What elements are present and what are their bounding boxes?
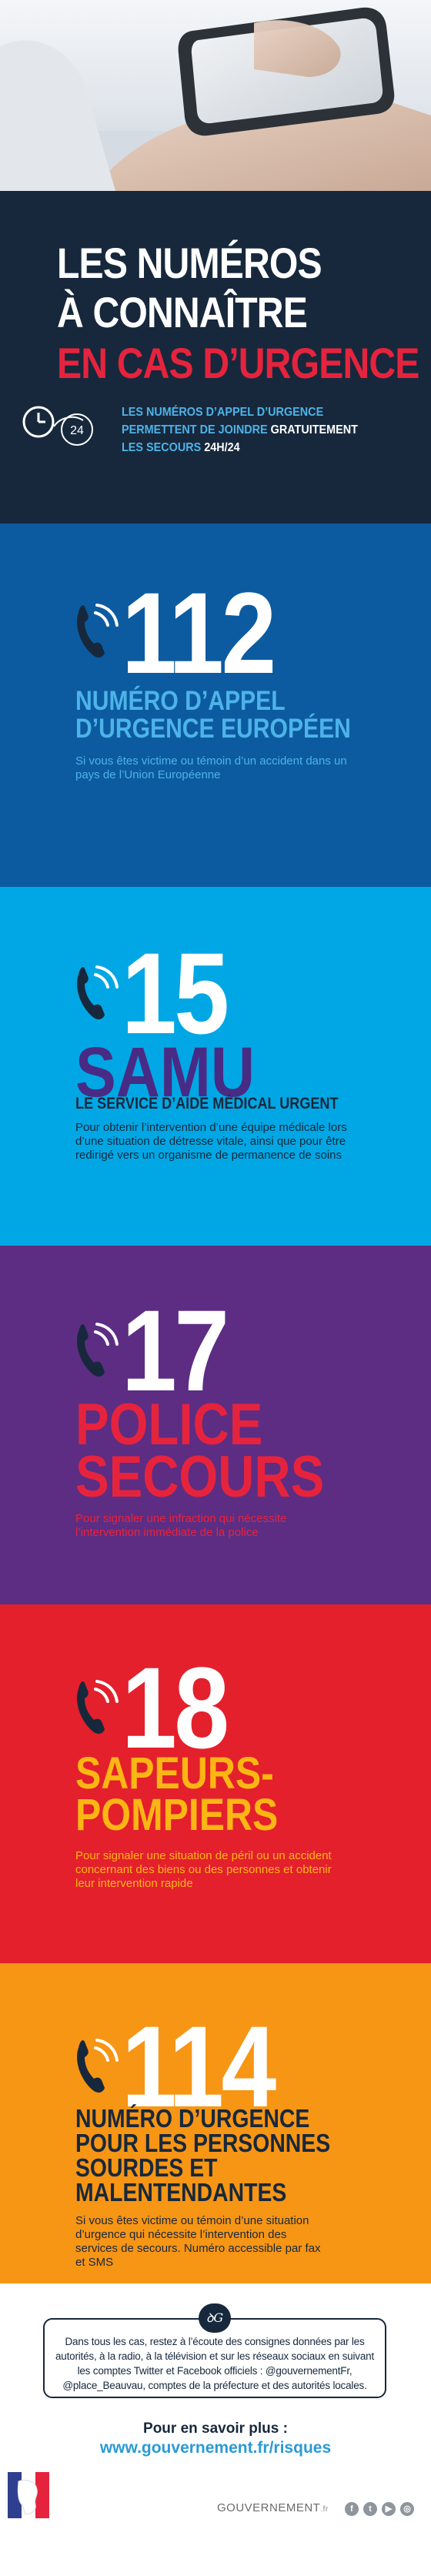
- footer: ꝺG Dans tous les cas, restez à l’écoute …: [0, 2283, 431, 2576]
- infographic: LES NUMÉROS À CONNAÎTRE EN CAS D’URGENCE…: [0, 0, 431, 2576]
- number-description: Si vous êtes victime ou témoin d’une sit…: [75, 2214, 321, 2269]
- emergency-number: 112: [122, 568, 276, 698]
- number-description: Pour signaler une infraction qui nécessi…: [75, 1512, 287, 1539]
- phone-ringing-icon: [77, 1680, 119, 1735]
- number-label: POUR LES PERSONNES: [75, 2129, 331, 2157]
- number-description: Pour obtenir l’intervention d’une équipe…: [75, 1121, 347, 1162]
- number-description: Pour signaler une situation de péril ou …: [75, 1849, 332, 1890]
- twitter-icon[interactable]: t: [363, 2502, 377, 2516]
- brand-text: GOUVERNEMENT: [217, 2501, 321, 2514]
- section-17: 17 POLICE SECOURS Pour signaler une infr…: [0, 1246, 431, 1604]
- more-info-label: Pour en savoir plus :: [143, 2420, 288, 2437]
- number-label: SECOURS: [75, 1444, 325, 1510]
- clock-label: 24: [70, 424, 84, 437]
- brand-suffix: .fr: [320, 2505, 329, 2514]
- marianne-logo-icon: [8, 2472, 49, 2518]
- emergency-number: 18: [122, 1643, 229, 1772]
- section-112: 112 NUMÉRO D’APPEL D’URGENCE EUROPÉEN Si…: [0, 524, 431, 887]
- phone-ringing-icon: [77, 965, 119, 1020]
- facebook-icon[interactable]: f: [345, 2502, 359, 2516]
- section-15: 15 SAMU LE SERVICE D’AIDE MÉDICAL URGENT…: [0, 887, 431, 1246]
- phone-ringing-icon: [77, 604, 119, 658]
- page-title-line-2: À CONNAÎTRE: [57, 288, 308, 336]
- hero-photo: [0, 0, 431, 191]
- more-info-link[interactable]: www.gouvernement.fr/risques: [0, 2439, 431, 2457]
- page-title-line-1: LES NUMÉROS: [57, 239, 322, 287]
- number-label: D’URGENCE EUROPÉEN: [75, 714, 351, 744]
- phone-ringing-icon: [77, 1323, 119, 1377]
- title-subtitle: LES NUMÉROS D’APPEL D’URGENCE PERMETTENT…: [122, 403, 378, 457]
- subtitle-part: LES SECOURS: [122, 441, 205, 454]
- emergency-number: 17: [122, 1286, 229, 1415]
- youtube-icon[interactable]: ▶: [382, 2502, 396, 2516]
- government-social-icon: ꝺG: [199, 2303, 231, 2333]
- gouvernement-brand: GOUVERNEMENT.fr: [217, 2501, 329, 2514]
- subtitle-emphasis: GRATUITEMENT: [270, 423, 358, 437]
- number-label: NUMÉRO D’APPEL: [75, 686, 286, 716]
- number-label: SOURDES ET: [75, 2153, 218, 2182]
- advice-text: Dans tous les cas, restez à l’écoute des…: [55, 2336, 375, 2391]
- clock-24-icon: 24: [22, 406, 93, 446]
- title-block: LES NUMÉROS À CONNAÎTRE EN CAS D’URGENCE…: [0, 191, 431, 524]
- number-sublabel: LE SERVICE D’AIDE MÉDICAL URGENT: [75, 1095, 339, 1112]
- number-label: SAPEURS-: [75, 1748, 274, 1798]
- number-description: Si vous êtes victime ou témoin d’un acci…: [75, 754, 347, 781]
- subtitle-emphasis: 24H/24: [204, 441, 240, 454]
- number-label: MALENTENDANTES: [75, 2178, 287, 2206]
- emergency-number: 15: [122, 928, 229, 1058]
- section-18: 18 SAPEURS- POMPIERS Pour signaler une s…: [0, 1604, 431, 1963]
- number-label: NUMÉRO D’URGENCE: [75, 2104, 310, 2133]
- page-title-line-3: EN CAS D’URGENCE: [57, 339, 419, 387]
- number-label: POMPIERS: [75, 1790, 279, 1840]
- section-114: 114 NUMÉRO D’URGENCE POUR LES PERSONNES …: [0, 1963, 431, 2283]
- instagram-icon[interactable]: ◎: [400, 2502, 414, 2516]
- phone-ringing-icon: [77, 2039, 119, 2093]
